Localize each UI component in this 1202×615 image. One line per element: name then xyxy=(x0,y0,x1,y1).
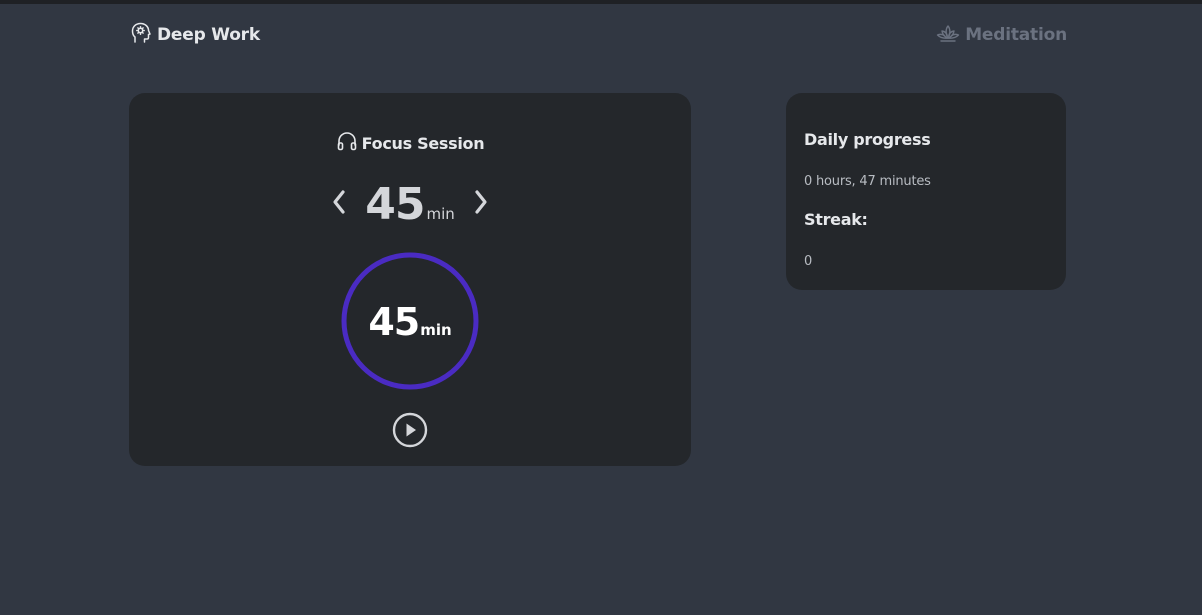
daily-progress-card xyxy=(786,93,1066,290)
nav-meditation-label: Meditation xyxy=(965,25,1067,45)
nav-deep-work-label: Deep Work xyxy=(157,25,260,45)
chevron-right-icon xyxy=(473,189,489,219)
timer-display: 45 min xyxy=(340,251,480,391)
duration-unit: min xyxy=(426,204,455,223)
brain-head-icon xyxy=(131,22,151,49)
headphones-icon xyxy=(336,130,358,156)
duration-selector: 45 min xyxy=(129,176,691,232)
duration-number: 45 xyxy=(365,178,425,230)
timer-number: 45 xyxy=(368,300,420,344)
play-circle-icon xyxy=(392,412,428,452)
lotus-icon xyxy=(936,23,960,48)
window-top-strip xyxy=(0,0,1202,4)
nav-deep-work[interactable]: Deep Work xyxy=(131,22,260,48)
chevron-left-icon xyxy=(331,189,347,219)
play-button[interactable] xyxy=(392,412,428,448)
daily-progress-time: 0 hours, 47 minutes xyxy=(804,174,931,189)
decrease-duration-button[interactable] xyxy=(325,184,353,224)
timer-ring: 45 min xyxy=(340,251,480,391)
timer-unit: min xyxy=(420,321,452,339)
focus-session-title: Focus Session xyxy=(129,130,691,156)
focus-session-label: Focus Session xyxy=(361,133,485,153)
daily-progress-title: Daily progress xyxy=(804,130,931,149)
streak-value: 0 xyxy=(804,254,813,269)
increase-duration-button[interactable] xyxy=(467,184,495,224)
streak-label: Streak: xyxy=(804,210,868,229)
nav-meditation[interactable]: Meditation xyxy=(936,22,1067,48)
duration-value: 45 min xyxy=(365,179,455,230)
